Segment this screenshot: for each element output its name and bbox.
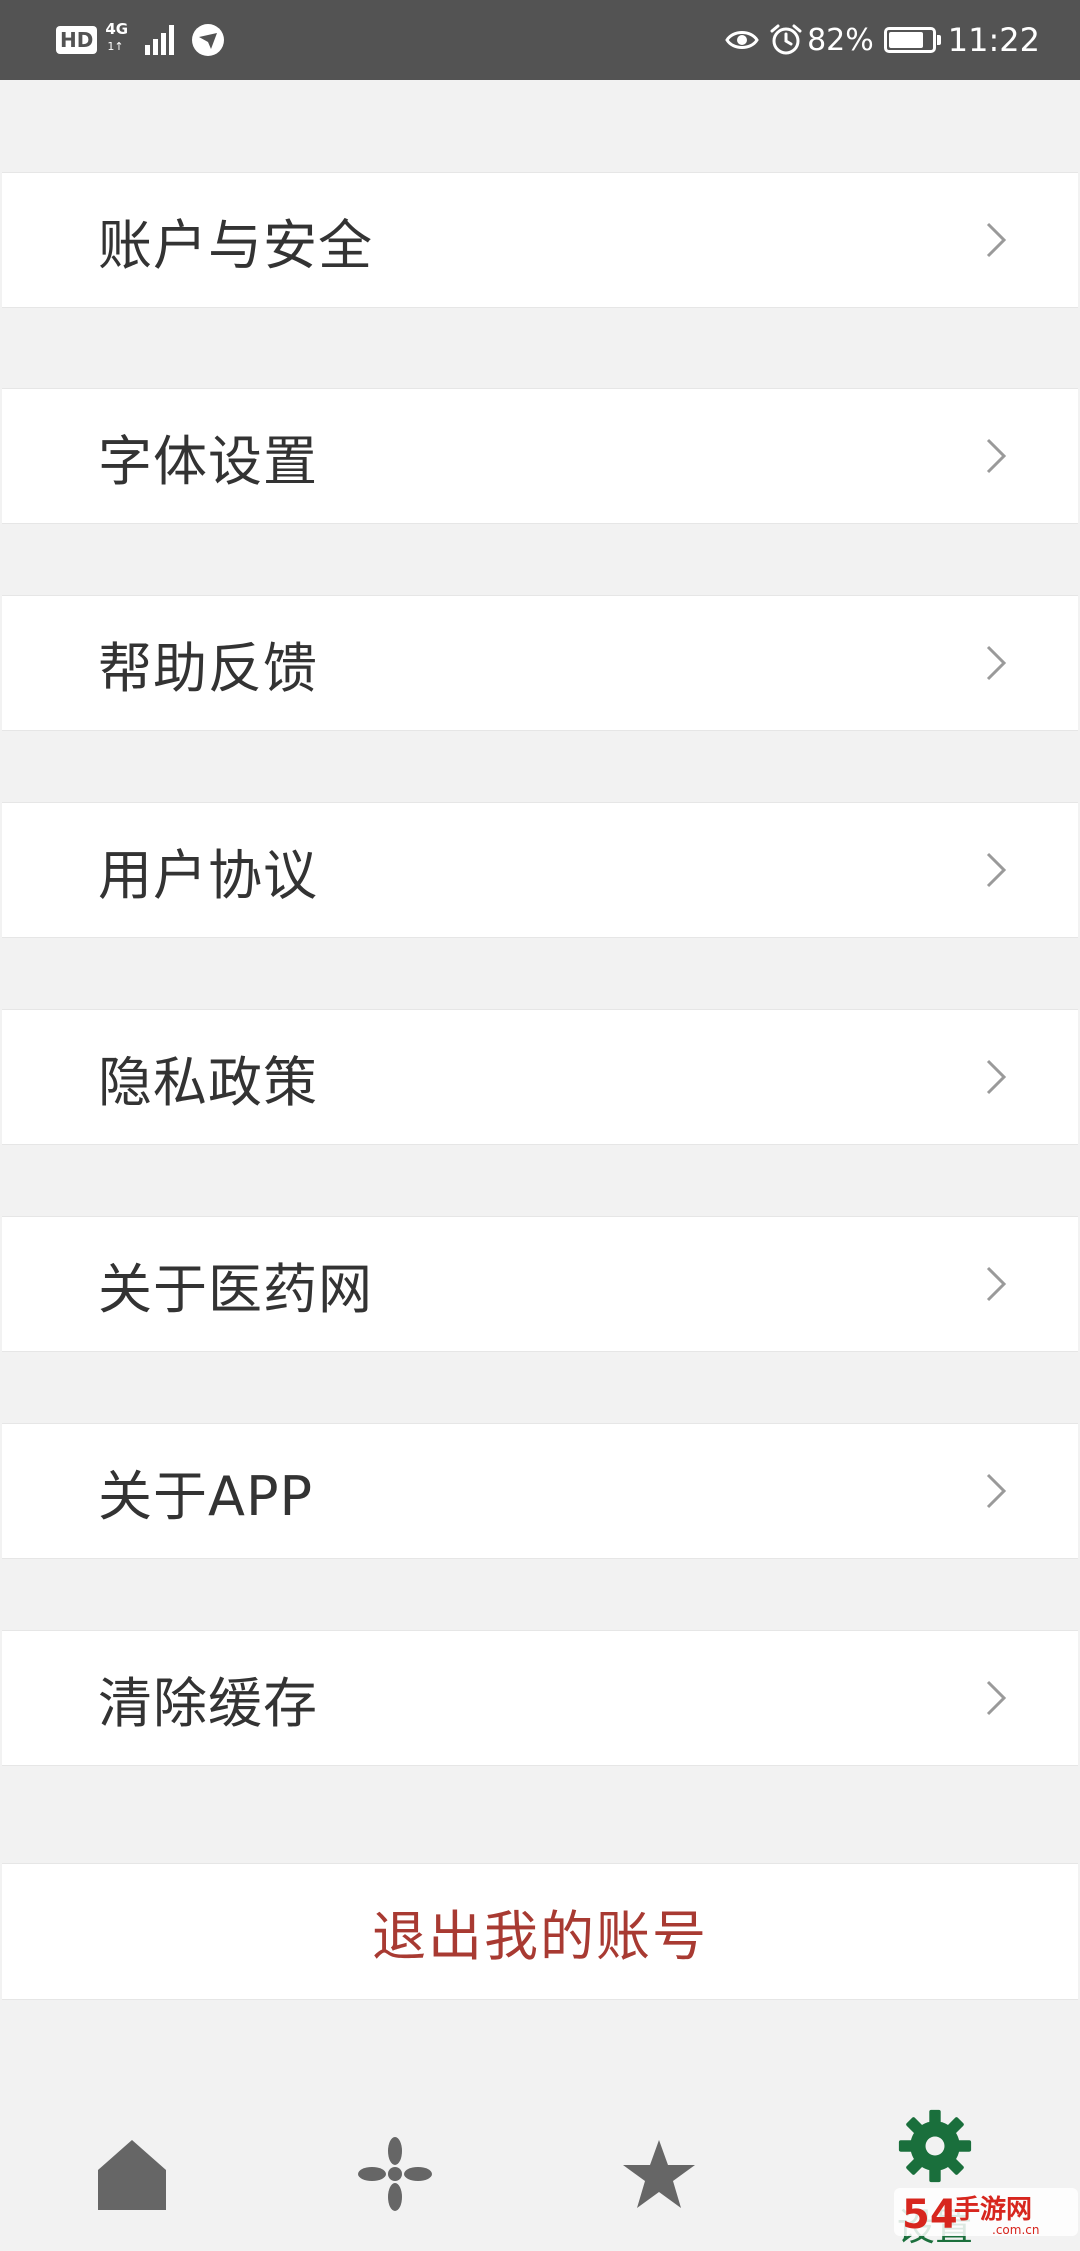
battery-percent-text: 82% <box>807 22 874 58</box>
app-notification-icon <box>192 24 225 56</box>
menu-item-label: 隐私政策 <box>98 1050 318 1114</box>
chevron-right-icon <box>986 645 1007 681</box>
clock-text: 11:22 <box>947 21 1040 59</box>
menu-item-help-feedback[interactable]: 帮助反馈 <box>2 595 1078 731</box>
watermark-logo: 54 手游网 .com.cn <box>894 2184 1078 2240</box>
bottom-nav: 设置 54 手游网 .com.cn <box>0 2090 1080 2249</box>
menu-item-label: 账户与安全 <box>98 213 373 277</box>
chevron-right-icon <box>986 1680 1007 1716</box>
watermark-logo-icon: 54 手游网 .com.cn <box>894 2188 1078 2238</box>
menu-item-clear-cache[interactable]: 清除缓存 <box>2 1630 1078 1766</box>
menu-item-label: 关于APP <box>98 1464 314 1528</box>
menu-item-font-settings[interactable]: 字体设置 <box>2 388 1078 524</box>
tab-home[interactable] <box>47 2090 217 2244</box>
eye-icon <box>725 31 759 49</box>
network-type-indicator: 4G 1↑ <box>105 20 139 60</box>
alarm-icon <box>770 24 802 55</box>
hd-icon: HD <box>56 26 98 54</box>
network-type-label: 4G <box>105 20 129 38</box>
chevron-right-icon <box>986 438 1007 474</box>
battery-level-fill <box>888 32 923 48</box>
menu-item-account-security[interactable]: 账户与安全 <box>2 172 1078 308</box>
tab-discover[interactable] <box>310 2090 480 2244</box>
status-left: HD 4G 1↑ <box>56 20 225 60</box>
gear-icon <box>898 2109 972 2183</box>
signal-icon <box>145 25 177 55</box>
menu-item-label: 帮助反馈 <box>98 636 318 700</box>
menu-item-privacy-policy[interactable]: 隐私政策 <box>2 1009 1078 1145</box>
status-right: 82% 11:22 <box>725 21 1040 59</box>
status-bar: HD 4G 1↑ 82% 11:22 <box>0 0 1080 80</box>
menu-item-label: 用户协议 <box>98 843 318 907</box>
battery-icon <box>883 27 941 53</box>
menu-item-label: 关于医药网 <box>98 1257 373 1321</box>
chevron-right-icon <box>986 1266 1007 1302</box>
menu-item-label: 清除缓存 <box>98 1671 318 1735</box>
home-icon <box>98 2140 166 2210</box>
logout-button[interactable]: 退出我的账号 <box>2 1863 1078 2000</box>
pinwheel-icon <box>358 2137 432 2211</box>
svg-text:.com.cn: .com.cn <box>992 2223 1039 2237</box>
chevron-right-icon <box>986 852 1007 888</box>
menu-item-about-site[interactable]: 关于医药网 <box>2 1216 1078 1352</box>
chevron-right-icon <box>986 222 1007 258</box>
svg-text:手游网: 手游网 <box>954 2195 1032 2225</box>
menu-item-user-agreement[interactable]: 用户协议 <box>2 802 1078 938</box>
logout-label: 退出我的账号 <box>372 1905 708 1968</box>
tab-favorites[interactable] <box>574 2090 744 2244</box>
menu-item-about-app[interactable]: 关于APP <box>2 1423 1078 1559</box>
star-icon <box>623 2140 695 2208</box>
chevron-right-icon <box>986 1059 1007 1095</box>
network-activity-label: 1↑ <box>107 40 124 53</box>
svg-text:54: 54 <box>902 2192 958 2238</box>
menu-item-label: 字体设置 <box>98 429 318 493</box>
chevron-right-icon <box>986 1473 1007 1509</box>
